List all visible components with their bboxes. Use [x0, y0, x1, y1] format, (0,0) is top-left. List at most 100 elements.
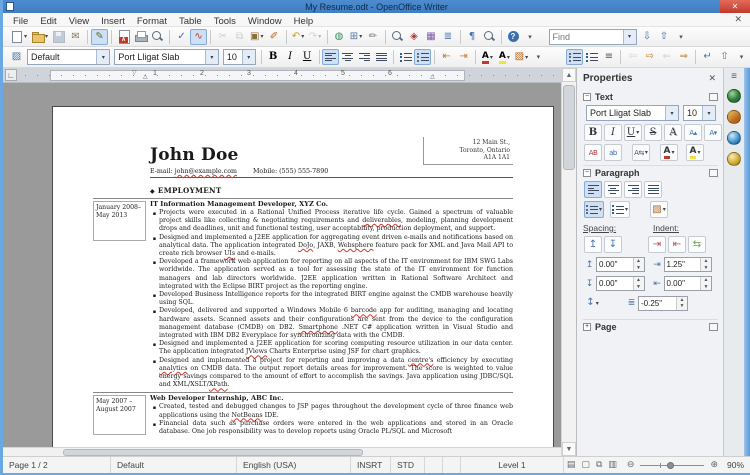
above-paragraph-spacing-field-spinner[interactable]: ▲ ▼ — [632, 258, 644, 271]
hanging-indent-icon[interactable]: ⇆ — [688, 236, 706, 253]
gallery-icon[interactable]: ▦ — [423, 29, 440, 45]
menu-edit[interactable]: Edit — [34, 16, 62, 27]
menu-insert[interactable]: Insert — [95, 16, 131, 27]
paste-icon[interactable]: ▣ ▾ — [248, 29, 265, 45]
table-icon[interactable]: ⊞ ▾ — [348, 29, 365, 45]
bn-overflow-icon[interactable]: ▾ — [733, 49, 750, 65]
new-document-icon[interactable]: ▾ — [8, 29, 29, 45]
grow-font-icon[interactable]: A▴ — [684, 124, 702, 141]
sb-font-color-icon[interactable]: A ▾ — [660, 144, 678, 161]
sb-numbering-icon[interactable]: ▾ — [610, 201, 631, 218]
sb-align-left-icon[interactable] — [584, 181, 602, 198]
sb-italic-icon[interactable]: I — [604, 124, 622, 141]
align-center-icon[interactable] — [339, 49, 356, 65]
font-name-select-dropdown-icon[interactable]: ▾ — [204, 50, 218, 64]
sb-highlight-icon[interactable]: A ▾ — [686, 144, 704, 161]
vertical-scrollbar[interactable]: ▲ ▼ — [561, 68, 576, 456]
bn-no-list-icon[interactable]: ≡ — [600, 49, 617, 65]
draw-functions-icon[interactable]: ✏ — [365, 29, 382, 45]
email-link[interactable]: john@example.com — [175, 168, 237, 175]
horizontal-ruler[interactable]: ∟ 1 2 3 4 5 6 ▽ △ △ — [3, 68, 561, 83]
character-spacing-icon[interactable]: A⇆ ▾ — [632, 144, 650, 161]
sidebar-font-size-select-dropdown-icon[interactable]: ▾ — [702, 106, 715, 120]
formatting-marks-icon[interactable]: ¶ — [464, 29, 481, 45]
italic-icon[interactable]: I — [282, 49, 299, 65]
data-sources-icon[interactable]: ≣ — [440, 29, 457, 45]
menu-format[interactable]: Format — [131, 16, 173, 27]
decrease-indent-icon[interactable]: ⇤ — [438, 49, 455, 65]
find-dropdown-icon[interactable]: ▾ — [622, 29, 636, 44]
menu-window[interactable]: Window — [242, 16, 288, 27]
zoom-slider-track[interactable] — [640, 461, 705, 469]
demote-subpoints-icon[interactable]: ⇒ — [675, 49, 692, 65]
find-next-icon[interactable]: ⇩ — [639, 29, 656, 45]
font-size-select[interactable]: 10 ▾ — [222, 49, 256, 65]
properties-tab-icon[interactable] — [727, 89, 741, 103]
gallery-tab-icon[interactable] — [727, 110, 741, 124]
unnumbered-entry-icon[interactable]: ↵ — [699, 49, 716, 65]
find-previous-icon[interactable]: ⇧ — [656, 29, 673, 45]
paragraph-style-select[interactable]: Default ▾ — [27, 49, 111, 65]
page-indicator[interactable]: Page 1 / 2 — [3, 457, 111, 473]
align-right-icon[interactable] — [356, 49, 373, 65]
sidebar-settings-icon[interactable]: ≡ — [731, 71, 737, 82]
styles-panel-icon[interactable]: ▨ — [8, 49, 25, 65]
sb-increase-indent-icon[interactable]: ⇥ — [648, 236, 666, 253]
spacing-above-icon[interactable]: ↥ — [584, 236, 602, 253]
menu-file[interactable]: File — [7, 16, 34, 27]
sb-decrease-indent-icon[interactable]: ⇤ — [668, 236, 686, 253]
document-close-icon[interactable]: ✕ — [734, 14, 742, 25]
sb-align-right-icon[interactable] — [624, 181, 642, 198]
zoom-slider[interactable]: ⊖ ⊕ — [620, 460, 725, 470]
after-text-indent-field[interactable]: 0.00" ▲ ▼ — [663, 276, 712, 291]
paragraph-section-collapse-icon[interactable]: − — [583, 169, 591, 177]
before-text-indent-field[interactable]: 1.25" ▲ ▼ — [663, 257, 712, 272]
spacing-below-icon[interactable]: ↧ — [604, 236, 622, 253]
line-spacing-button[interactable]: ↕ ▾ — [584, 295, 601, 311]
autospellcheck-icon[interactable]: ∿ — [190, 28, 208, 45]
sidebar-font-name-select[interactable]: Port Lligat Slab ▾ — [586, 105, 680, 121]
sb-align-center-icon[interactable] — [604, 181, 622, 198]
demote-level-icon[interactable]: ⇨ — [641, 49, 658, 65]
below-paragraph-spacing-field-spinner[interactable]: ▲ ▼ — [632, 277, 644, 290]
background-color-icon[interactable]: ▧ ▾ — [513, 49, 530, 65]
edit-file-icon[interactable]: ✎ — [91, 28, 109, 45]
export-pdf-icon[interactable] — [115, 29, 132, 45]
lowercase-icon[interactable]: ab — [604, 144, 622, 161]
scroll-up-icon[interactable]: ▲ — [562, 68, 576, 82]
spellcheck-icon[interactable]: ✓ — [173, 29, 190, 45]
single-page-view-icon[interactable]: ▢ — [578, 460, 593, 470]
find-input[interactable] — [549, 29, 623, 44]
bullet-list-icon[interactable] — [414, 49, 432, 65]
document-area[interactable]: John Doe 12 Main St., Toronto, Ontario A1A… — [3, 83, 561, 456]
paragraph-section-dialog-icon[interactable] — [709, 169, 718, 177]
copy-icon[interactable]: ⧉ — [231, 29, 248, 45]
sidebar-close-icon[interactable]: ✕ — [706, 73, 718, 84]
above-paragraph-spacing-field[interactable]: 0.00" ▲ ▼ — [596, 257, 645, 272]
font-color-icon[interactable]: A ▾ — [479, 49, 496, 65]
scroll-down-icon[interactable]: ▼ — [562, 442, 576, 456]
zoom-slider-thumb[interactable] — [667, 461, 675, 469]
sb-background-icon[interactable]: ▧ ▾ — [650, 201, 669, 218]
open-icon[interactable]: ▾ — [29, 29, 50, 45]
menu-view[interactable]: View — [63, 16, 95, 27]
increase-indent-icon[interactable]: ⇥ — [455, 49, 472, 65]
find-replace-icon[interactable] — [389, 29, 406, 45]
first-line-indent-field[interactable]: -0.25" ▲ ▼ — [638, 295, 688, 311]
justify-icon[interactable] — [373, 49, 390, 65]
zoom-percentage[interactable]: 90% — [725, 460, 750, 470]
text-section-dialog-icon[interactable] — [709, 92, 718, 101]
redo-icon[interactable]: ↷ ▾ — [307, 29, 324, 45]
find-overflow-icon[interactable]: ▾ — [673, 29, 690, 45]
modified-flag[interactable] — [425, 457, 443, 473]
tab-stop-selector[interactable]: ∟ — [5, 69, 17, 81]
font-name-select[interactable]: Port Lligat Slab ▾ — [114, 49, 219, 65]
bn-numbering-icon[interactable] — [583, 49, 600, 65]
highlighting-icon[interactable]: A ▾ — [496, 49, 513, 65]
selection-mode[interactable]: STD — [391, 457, 425, 473]
paragraph-style-select-dropdown-icon[interactable]: ▾ — [96, 50, 110, 64]
first-line-indent-marker[interactable]: ▽ — [132, 69, 137, 76]
multi-page-view-icon[interactable]: ⧉ — [593, 460, 605, 470]
page-section-collapse-icon[interactable]: + — [583, 323, 591, 331]
sb-strikethrough-icon[interactable]: S — [644, 124, 662, 141]
